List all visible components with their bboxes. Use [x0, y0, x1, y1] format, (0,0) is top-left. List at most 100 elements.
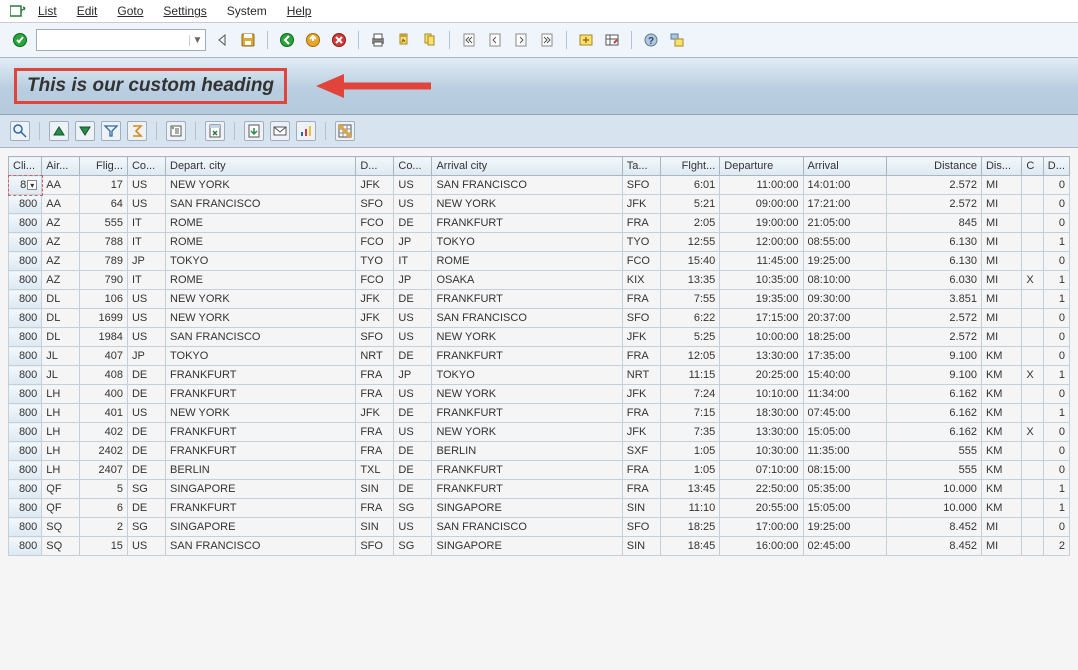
table-row[interactable]: 800AZ789JPTOKYOTYOITROMEFCO15:4011:45:00…	[9, 252, 1070, 271]
sum-icon[interactable]	[127, 121, 147, 141]
find-next-icon[interactable]	[420, 30, 440, 50]
table-row[interactable]: 800SQ2SGSINGAPORESINUSSAN FRANCISCOSFO18…	[9, 518, 1070, 537]
first-page-icon[interactable]	[459, 30, 479, 50]
col-header-cli[interactable]: Cli...	[9, 157, 42, 176]
filter-icon[interactable]	[101, 121, 121, 141]
table-row[interactable]: 800AZ790ITROMEFCOJPOSAKAKIX13:3510:35:00…	[9, 271, 1070, 290]
export-excel-icon[interactable]	[205, 121, 225, 141]
print-preview-icon[interactable]	[166, 121, 186, 141]
command-field[interactable]: ▼	[36, 29, 206, 51]
col-header-d[interactable]: D...	[356, 157, 394, 176]
cancel-icon[interactable]	[329, 30, 349, 50]
command-dropdown-icon[interactable]: ▼	[189, 35, 205, 46]
layout-icon[interactable]	[602, 30, 622, 50]
local-layout-icon[interactable]	[667, 30, 687, 50]
menu-help[interactable]: Help	[287, 4, 312, 18]
cell-distance: 2.572	[886, 328, 981, 347]
table-row[interactable]: 800DL106USNEW YORKJFKDEFRANKFURTFRA7:551…	[9, 290, 1070, 309]
table-row[interactable]: 800QF5SGSINGAPORESINDEFRANKFURTFRA13:452…	[9, 480, 1070, 499]
col-header-c[interactable]: C	[1022, 157, 1043, 176]
export-local-icon[interactable]	[244, 121, 264, 141]
enter-icon[interactable]	[10, 30, 30, 50]
sort-asc-icon[interactable]	[49, 121, 69, 141]
col-header-arrival[interactable]: Arrival	[803, 157, 886, 176]
next-page-icon[interactable]	[511, 30, 531, 50]
nav-back-icon[interactable]	[277, 30, 297, 50]
cell-depcity: TOKYO	[166, 347, 356, 366]
menu-goto[interactable]: Goto	[117, 4, 143, 18]
mail-icon[interactable]	[270, 121, 290, 141]
cell-distance: 845	[886, 214, 981, 233]
table-row[interactable]: 800AZ555ITROMEFCODEFRANKFURTFRA2:0519:00…	[9, 214, 1070, 233]
col-header-flig[interactable]: Flig...	[80, 157, 128, 176]
col-header-air[interactable]: Air...	[42, 157, 80, 176]
main-toolbar: ▼ ?	[0, 23, 1078, 58]
help-icon[interactable]: ?	[641, 30, 661, 50]
cell-flght: 12:05	[660, 347, 719, 366]
cell-flght: 18:45	[660, 537, 719, 556]
cell-flig: 790	[80, 271, 128, 290]
col-header-d2[interactable]: D...	[1043, 157, 1069, 176]
col-header-depcity[interactable]: Depart. city	[166, 157, 356, 176]
cell-dis: MI	[981, 214, 1021, 233]
cell-ta: FRA	[622, 214, 660, 233]
menu-system[interactable]: System	[227, 4, 267, 18]
menu-edit[interactable]: Edit	[77, 4, 98, 18]
back-triangle-icon[interactable]	[212, 30, 232, 50]
col-header-departure[interactable]: Departure	[720, 157, 803, 176]
cell-arrcity: NEW YORK	[432, 385, 622, 404]
command-input[interactable]	[37, 30, 189, 50]
col-header-distance[interactable]: Distance	[886, 157, 981, 176]
cell-ta: NRT	[622, 366, 660, 385]
last-page-icon[interactable]	[537, 30, 557, 50]
print-icon[interactable]	[368, 30, 388, 50]
table-row[interactable]: 800LH401USNEW YORKJFKDEFRANKFURTFRA7:151…	[9, 404, 1070, 423]
graphic-icon[interactable]	[296, 121, 316, 141]
cell-cli: 800	[9, 442, 42, 461]
cell-ta: FRA	[622, 480, 660, 499]
table-row[interactable]: 800DL1984USSAN FRANCISCOSFOUSNEW YORKJFK…	[9, 328, 1070, 347]
table-row[interactable]: 800AZ788ITROMEFCOJPTOKYOTYO12:5512:00:00…	[9, 233, 1070, 252]
table-row[interactable]: 800JL407JPTOKYONRTDEFRANKFURTFRA12:0513:…	[9, 347, 1070, 366]
menu-list[interactable]: List	[38, 4, 57, 18]
new-session-icon[interactable]	[576, 30, 596, 50]
find-icon[interactable]	[394, 30, 414, 50]
col-header-ta[interactable]: Ta...	[622, 157, 660, 176]
table-row[interactable]: 800LH2402DEFRANKFURTFRADEBERLINSXF1:0510…	[9, 442, 1070, 461]
cell-flig: 106	[80, 290, 128, 309]
table-row[interactable]: 800JL408DEFRANKFURTFRAJPTOKYONRT11:1520:…	[9, 366, 1070, 385]
cell-departure: 19:00:00	[720, 214, 803, 233]
table-row[interactable]: 800LH400DEFRANKFURTFRAUSNEW YORKJFK7:241…	[9, 385, 1070, 404]
col-header-co1[interactable]: Co...	[127, 157, 165, 176]
details-icon[interactable]	[10, 121, 30, 141]
cell-d: FCO	[356, 214, 394, 233]
col-header-flght[interactable]: Flght...	[660, 157, 719, 176]
cell-ta: SXF	[622, 442, 660, 461]
cell-flght: 7:55	[660, 290, 719, 309]
cell-flig: 789	[80, 252, 128, 271]
table-row[interactable]: 8▾AA17USNEW YORKJFKUSSAN FRANCISCOSFO6:0…	[9, 176, 1070, 195]
table-row[interactable]: 800QF6DEFRANKFURTFRASGSINGAPORESIN11:102…	[9, 499, 1070, 518]
cell-co2: DE	[394, 442, 432, 461]
svg-text:?: ?	[648, 36, 654, 47]
col-header-arrcity[interactable]: Arrival city	[432, 157, 622, 176]
table-row[interactable]: 800SQ15USSAN FRANCISCOSFOSGSINGAPORESIN1…	[9, 537, 1070, 556]
col-header-co2[interactable]: Co...	[394, 157, 432, 176]
cell-ta: SIN	[622, 499, 660, 518]
col-header-dis[interactable]: Dis...	[981, 157, 1021, 176]
table-row[interactable]: 800DL1699USNEW YORKJFKUSSAN FRANCISCOSFO…	[9, 309, 1070, 328]
cell-co1: US	[127, 290, 165, 309]
save-icon[interactable]	[238, 30, 258, 50]
table-row[interactable]: 800LH2407DEBERLINTXLDEFRANKFURTFRA1:0507…	[9, 461, 1070, 480]
cell-depcity: ROME	[166, 271, 356, 290]
menu-settings[interactable]: Settings	[163, 4, 206, 18]
cell-depcity: FRANKFURT	[166, 499, 356, 518]
table-row[interactable]: 800AA64USSAN FRANCISCOSFOUSNEW YORKJFK5:…	[9, 195, 1070, 214]
sort-desc-icon[interactable]	[75, 121, 95, 141]
change-layout-icon[interactable]	[335, 121, 355, 141]
table-row[interactable]: 800LH402DEFRANKFURTFRAUSNEW YORKJFK7:351…	[9, 423, 1070, 442]
cell-d2: 1	[1043, 271, 1069, 290]
cell-co1: DE	[127, 499, 165, 518]
prev-page-icon[interactable]	[485, 30, 505, 50]
nav-exit-icon[interactable]	[303, 30, 323, 50]
